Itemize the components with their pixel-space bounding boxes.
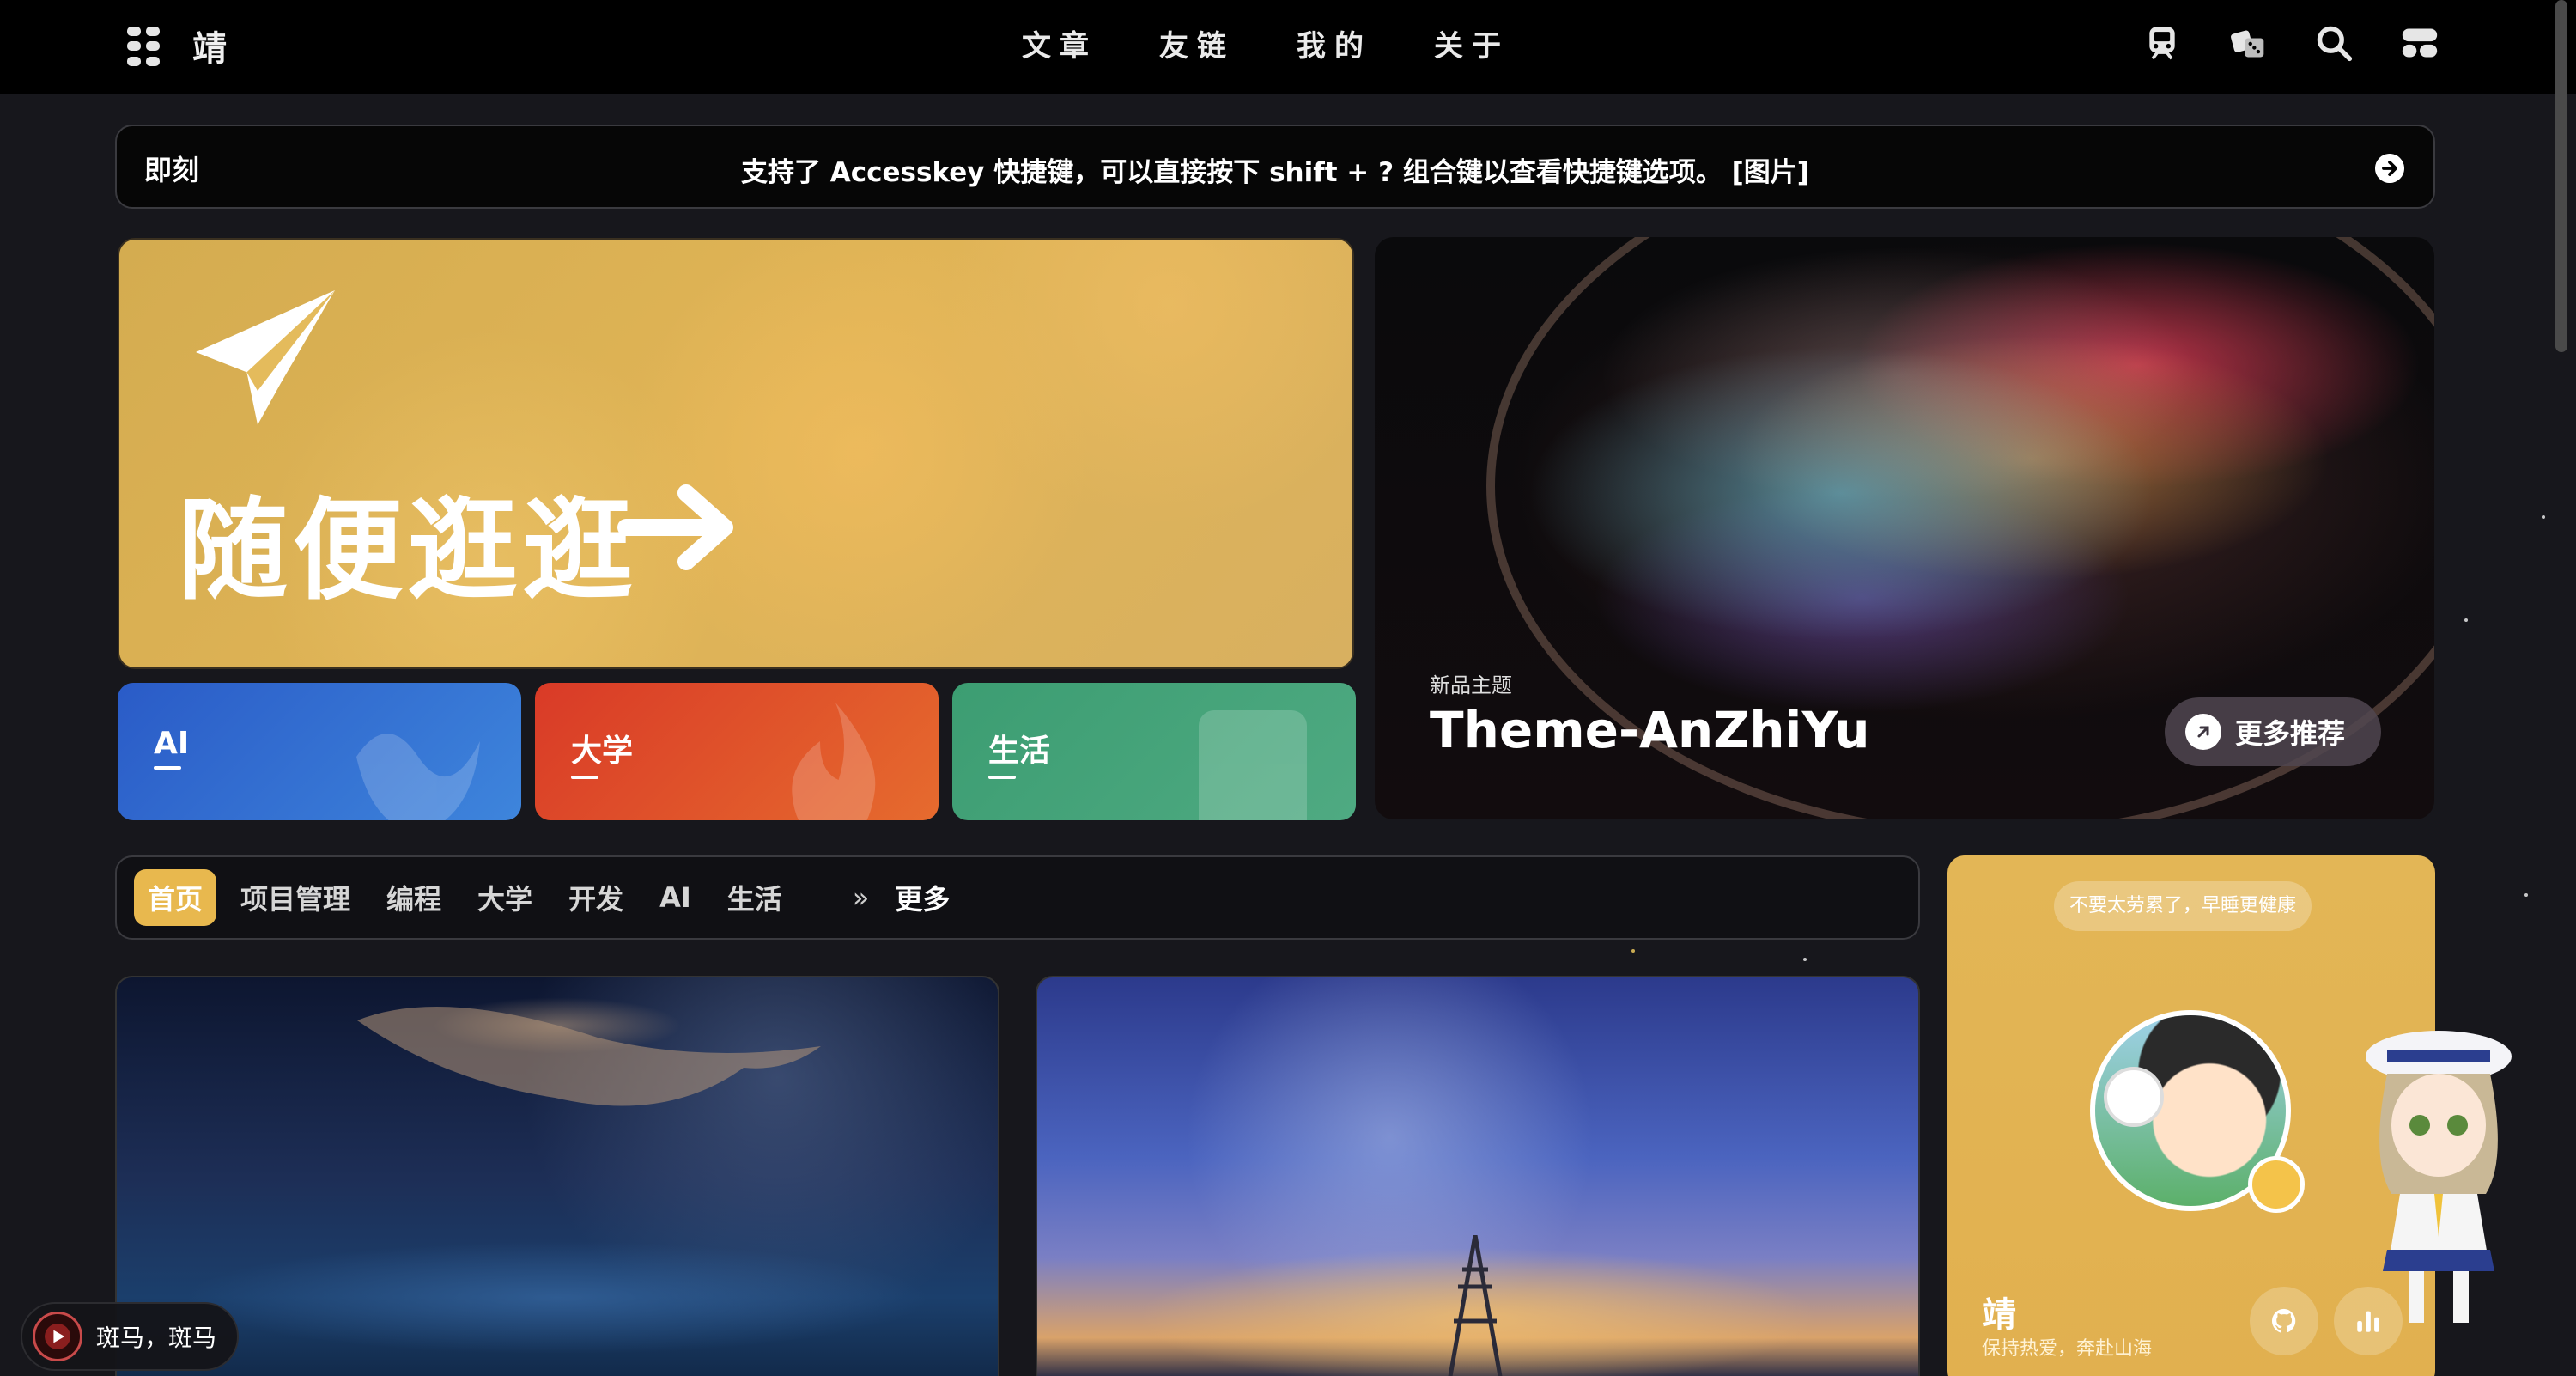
tab-more[interactable]: 更多 xyxy=(895,878,950,917)
theme-name: Theme-AnZhiYu xyxy=(1430,701,1870,759)
tab-programming[interactable]: 编程 xyxy=(386,878,441,917)
github-icon xyxy=(2272,1308,2296,1333)
menu-item-about[interactable]: 关于 xyxy=(1434,22,1510,64)
more-recommend-button[interactable]: 更多推荐 xyxy=(2165,697,2381,766)
bird-icon xyxy=(356,734,480,820)
moment-message[interactable]: 支持了 Accesskey 快捷键，可以直接按下 shift + ? 组合键以查… xyxy=(117,150,2433,189)
document-icon xyxy=(1199,710,1307,820)
arrow-right-circle-icon[interactable] xyxy=(2375,154,2404,183)
theme-subtitle: 新品主题 xyxy=(1430,673,1512,697)
menu-item-mine[interactable]: 我的 xyxy=(1297,22,1372,64)
tab-life[interactable]: 生活 xyxy=(727,878,782,917)
dog-badge-icon xyxy=(2248,1156,2305,1213)
menu-item-articles[interactable]: 文章 xyxy=(1022,22,1097,64)
console-icon[interactable] xyxy=(2401,24,2439,62)
tab-ai[interactable]: AI xyxy=(659,881,691,914)
whale-illustration xyxy=(357,1007,821,1106)
random-browse-card[interactable]: 随便逛逛 xyxy=(118,238,1354,669)
category-ai[interactable]: AI xyxy=(118,683,521,820)
tab-project-management[interactable]: 项目管理 xyxy=(240,878,350,917)
top-navbar: 靖 文章 友链 我的 关于 xyxy=(0,0,2576,94)
category-university[interactable]: 大学 xyxy=(535,683,939,820)
search-icon[interactable] xyxy=(2315,24,2353,62)
music-player[interactable]: 斑马，斑马 xyxy=(21,1302,239,1371)
avatar-mini-bubble xyxy=(2104,1067,2164,1127)
tab-development[interactable]: 开发 xyxy=(568,878,623,917)
category-label: AI xyxy=(154,726,190,770)
play-icon[interactable] xyxy=(33,1312,82,1361)
train-icon[interactable] xyxy=(2143,24,2181,62)
category-life[interactable]: 生活 xyxy=(952,683,1356,820)
category-label: 生活 xyxy=(988,726,1050,779)
song-title: 斑马，斑马 xyxy=(96,1324,217,1352)
anime-mascot-illustration[interactable] xyxy=(2353,1022,2524,1331)
category-label: 大学 xyxy=(571,726,633,779)
dice-icon[interactable] xyxy=(2229,24,2267,62)
paper-plane-icon xyxy=(196,290,335,425)
scrollbar[interactable] xyxy=(2555,0,2567,352)
greeting-bubble: 不要太劳累了，早睡更健康 xyxy=(2054,881,2312,931)
apps-grid-icon[interactable] xyxy=(127,27,161,66)
post-card-cover[interactable] xyxy=(115,976,999,1376)
tab-home[interactable]: 首页 xyxy=(134,869,217,926)
main-menu: 文章 友链 我的 关于 xyxy=(1022,22,1510,64)
category-tabs: 首页 项目管理 编程 大学 开发 AI 生活 » 更多 xyxy=(115,855,1920,940)
bowl-shine-decoration xyxy=(1598,246,2199,503)
nav-actions xyxy=(2143,24,2439,62)
power-tower-illustration xyxy=(1448,1235,1503,1376)
double-chevron-right-icon[interactable]: » xyxy=(853,881,870,914)
moment-ticker[interactable]: 即刻 支持了 Accesskey 快捷键，可以直接按下 shift + ? 组合… xyxy=(115,125,2435,209)
tab-university[interactable]: 大学 xyxy=(477,878,532,917)
post-card-cover[interactable] xyxy=(1036,976,1920,1376)
menu-item-links[interactable]: 友链 xyxy=(1159,22,1235,64)
random-browse-title: 随便逛逛 xyxy=(178,487,639,615)
fire-icon xyxy=(792,703,876,820)
more-recommend-label: 更多推荐 xyxy=(2235,717,2346,750)
author-motto: 保持热爱，奔赴山海 xyxy=(1982,1338,2153,1360)
site-logo[interactable]: 靖 xyxy=(192,21,227,70)
arrow-right-icon xyxy=(617,484,733,570)
github-button[interactable] xyxy=(2250,1287,2318,1355)
author-name: 靖 xyxy=(1982,1295,2016,1335)
theme-recommend-card[interactable]: 新品主题 Theme-AnZhiYu 更多推荐 xyxy=(1375,237,2434,819)
arrow-up-right-icon xyxy=(2185,714,2221,750)
